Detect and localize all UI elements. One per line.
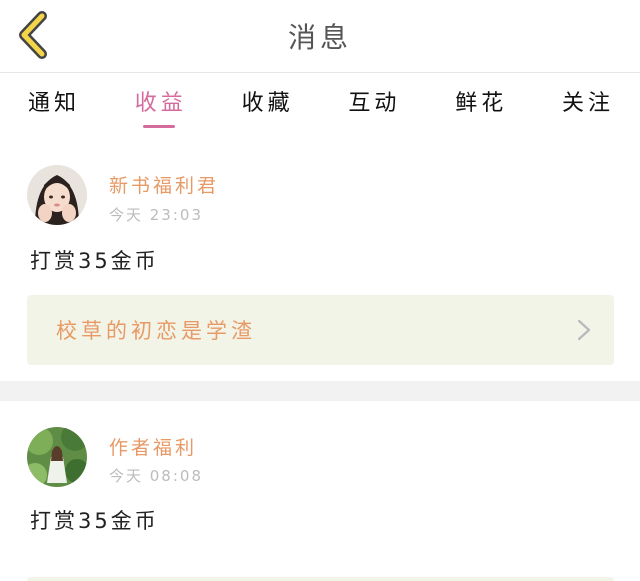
avatar[interactable] xyxy=(27,165,87,225)
message-time: 今天 08:08 xyxy=(109,467,203,485)
tab-earnings[interactable]: 收益 xyxy=(135,73,187,133)
tab-notice[interactable]: 通知 xyxy=(28,73,80,133)
tab-follow[interactable]: 关注 xyxy=(562,73,614,133)
message-card: 新书福利君 今天 23:03 打赏35金币 校草的初恋是学渣 xyxy=(0,133,640,381)
message-text: 打赏35金币 xyxy=(30,249,159,273)
message-time: 今天 23:03 xyxy=(109,206,203,224)
tab-favorites[interactable]: 收藏 xyxy=(242,73,294,133)
message-card: 作者福利 今天 08:08 打赏35金币 xyxy=(0,401,640,581)
book-link[interactable]: 校草的初恋是学渣 xyxy=(27,295,614,365)
tab-interaction[interactable]: 互动 xyxy=(348,73,400,133)
tab-bar: 通知 收益 收藏 互动 鲜花 关注 xyxy=(0,73,640,133)
sender-name[interactable]: 作者福利 xyxy=(109,433,197,460)
chevron-right-icon xyxy=(577,319,591,341)
page-title: 消息 xyxy=(287,21,352,54)
avatar[interactable] xyxy=(27,427,87,487)
book-title: 校草的初恋是学渣 xyxy=(56,319,256,343)
message-text: 打赏35金币 xyxy=(30,509,159,533)
avatar-forest-image xyxy=(27,427,87,487)
sender-name[interactable]: 新书福利君 xyxy=(109,171,219,198)
section-divider xyxy=(0,381,640,401)
avatar-girl-image xyxy=(27,165,87,225)
book-link[interactable] xyxy=(27,577,614,581)
header: 消息 xyxy=(0,0,640,73)
tab-flowers[interactable]: 鲜花 xyxy=(455,73,507,133)
